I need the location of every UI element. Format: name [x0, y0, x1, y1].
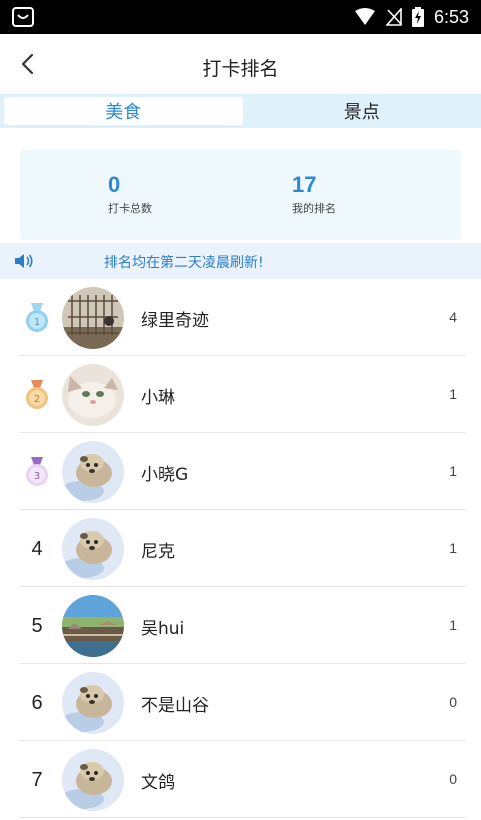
user-name: 尼克	[141, 542, 175, 562]
no-signal-icon	[385, 8, 402, 26]
checkin-count: 0	[449, 771, 457, 787]
my-rank-value: 17	[292, 172, 317, 197]
ranking-row-6[interactable]: 6 不是山谷 0	[0, 664, 481, 741]
ranking-row-1[interactable]: 1 绿里奇迹 4	[0, 279, 481, 356]
checkin-count: 0	[449, 694, 457, 710]
rank-badge: 1	[20, 303, 54, 333]
avatar	[62, 518, 124, 580]
speaker-icon	[15, 254, 33, 268]
avatar	[62, 441, 124, 503]
ranking-row-3[interactable]: 3 小晓G 1	[0, 433, 481, 510]
header-bar: 打卡排名	[0, 34, 481, 94]
svg-text:3: 3	[34, 471, 40, 482]
checkin-count: 1	[449, 463, 457, 479]
user-name: 不是山谷	[141, 696, 209, 716]
user-name: 吴hui	[141, 619, 185, 639]
page-title: 打卡排名	[202, 58, 279, 80]
total-checkins-value: 0	[108, 172, 121, 197]
rank-number: 4	[31, 537, 43, 560]
ranking-row-4[interactable]: 4 尼克 1	[0, 510, 481, 587]
ranking-list: 1 绿里奇迹 4 2 小琳 1 3 小晓G 1 4 尼克 1 5 吴hui 1 …	[0, 279, 481, 818]
tab-scenic-spots[interactable]: 景点	[243, 94, 481, 128]
rank-badge: 7	[20, 765, 54, 795]
user-name: 小晓G	[141, 465, 189, 485]
category-tabs: 美食 景点	[0, 94, 481, 128]
svg-text:1: 1	[34, 317, 40, 328]
total-checkins-stat: 0 打卡总数	[108, 172, 152, 216]
medal-icon: 3	[26, 457, 48, 486]
avatar	[62, 749, 124, 811]
battery-charging-icon	[411, 7, 424, 27]
ranking-row-2[interactable]: 2 小琳 1	[0, 356, 481, 433]
my-rank-stat: 17 我的排名	[292, 172, 336, 216]
total-checkins-label: 打卡总数	[108, 202, 152, 215]
avatar	[62, 287, 124, 349]
user-name: 绿里奇迹	[141, 311, 209, 331]
user-name: 文鸽	[141, 773, 175, 793]
rank-badge: 6	[20, 688, 54, 718]
medal-icon: 1	[26, 303, 48, 332]
refresh-notice: 排名均在第二天凌晨刷新!	[0, 243, 481, 279]
avatar	[62, 672, 124, 734]
checkin-count: 1	[449, 617, 457, 633]
my-rank-label: 我的排名	[292, 202, 336, 215]
stats-card: 0 打卡总数 17 我的排名	[20, 150, 461, 240]
user-name: 小琳	[141, 388, 175, 408]
checkin-count: 4	[449, 309, 457, 325]
wifi-icon	[354, 8, 375, 25]
svg-text:2: 2	[34, 394, 40, 405]
avatar	[62, 595, 124, 657]
rank-number: 5	[31, 614, 43, 637]
medal-icon: 2	[26, 380, 48, 409]
rank-badge: 3	[20, 457, 54, 487]
checkin-count: 1	[449, 386, 457, 402]
rank-number: 6	[31, 691, 43, 714]
rank-badge: 5	[20, 611, 54, 641]
rank-number: 7	[31, 768, 43, 791]
status-time: 6:53	[433, 6, 469, 27]
status-bar: 6:53	[0, 0, 481, 34]
app-notification-icon	[12, 7, 34, 27]
avatar	[62, 364, 124, 426]
checkin-count: 1	[449, 540, 457, 556]
rank-badge: 4	[20, 534, 54, 564]
notice-text: 排名均在第二天凌晨刷新!	[104, 255, 264, 271]
rank-badge: 2	[20, 380, 54, 410]
ranking-row-5[interactable]: 5 吴hui 1	[0, 587, 481, 664]
tab-food[interactable]: 美食	[4, 97, 243, 125]
ranking-row-7[interactable]: 7 文鸽 0	[0, 741, 481, 818]
